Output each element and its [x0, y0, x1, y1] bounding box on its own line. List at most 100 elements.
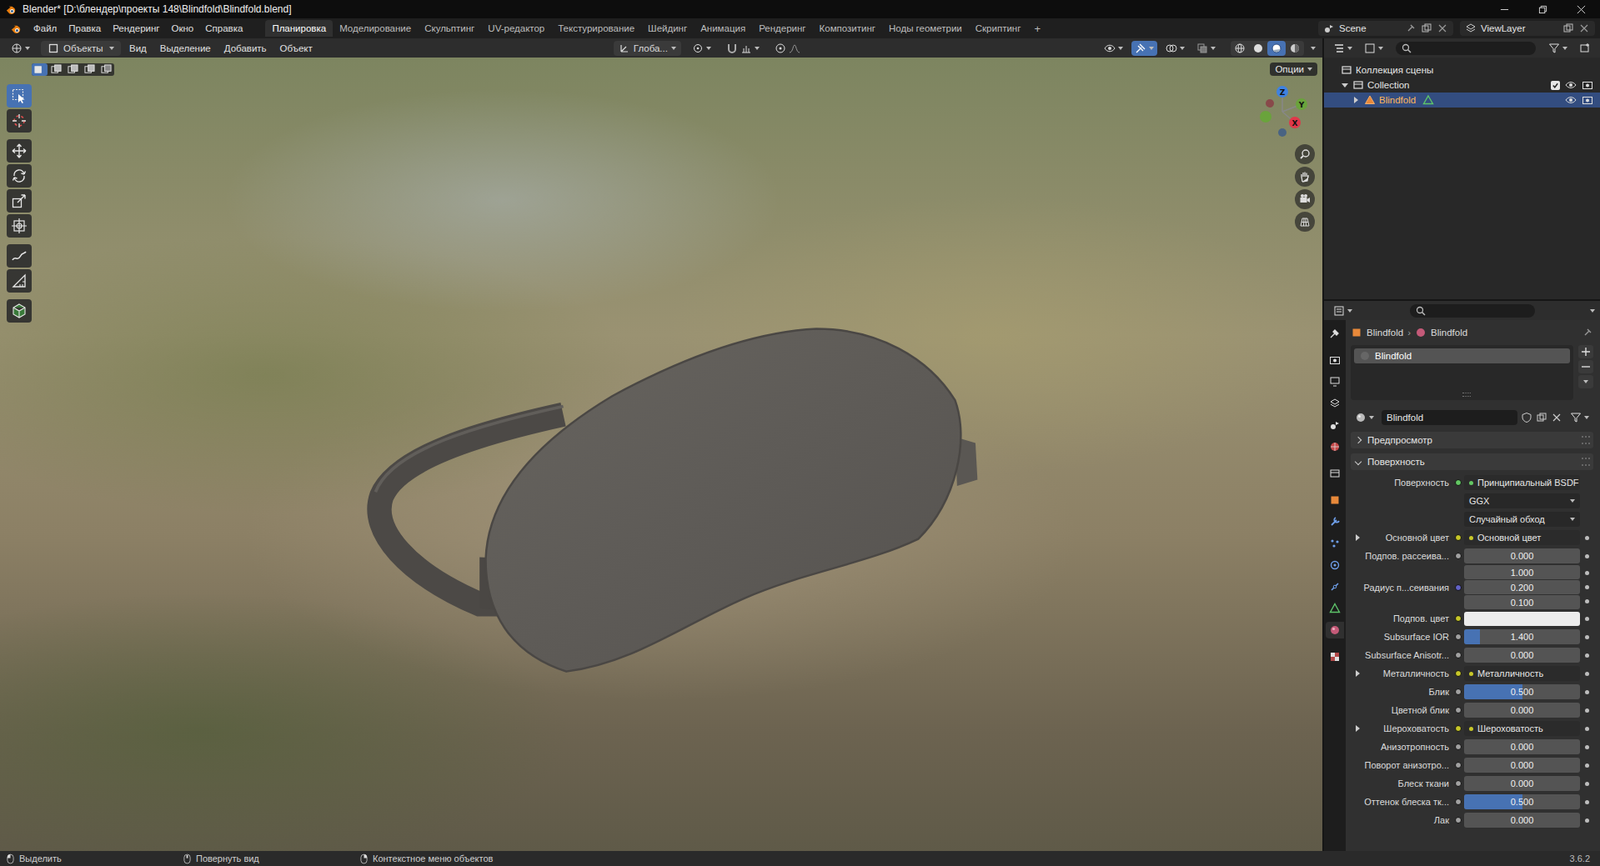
keyframe-dot-icon[interactable] — [1584, 616, 1590, 622]
socket-icon[interactable] — [1454, 584, 1462, 592]
number-field[interactable]: 0.100 — [1464, 595, 1580, 610]
tool-button[interactable] — [6, 214, 32, 238]
drag-grip-icon[interactable] — [1581, 436, 1590, 445]
slider-field[interactable]: 0.500 — [1464, 794, 1580, 810]
slider-field[interactable]: 0.500 — [1464, 684, 1580, 700]
drag-grip-icon[interactable] — [1581, 457, 1590, 467]
fake-user-shield-icon[interactable] — [1520, 411, 1533, 424]
tool-button[interactable] — [6, 189, 32, 213]
workspace-tab[interactable]: Моделирование — [332, 20, 418, 37]
tool-button[interactable] — [6, 164, 32, 188]
workspace-tab[interactable]: Композитинг — [812, 20, 883, 37]
viewport-menu[interactable]: Вид — [124, 43, 152, 54]
data-tab[interactable] — [1325, 600, 1345, 617]
socket-icon[interactable] — [1454, 670, 1462, 678]
workspace-tab[interactable]: Анимация — [693, 20, 753, 37]
pin-icon[interactable] — [1581, 326, 1594, 339]
select-mode-button[interactable] — [98, 63, 115, 76]
mesh-data-icon[interactable] — [1422, 94, 1435, 106]
menu-item[interactable]: Рендеринг — [106, 23, 166, 34]
slot-menu-button[interactable] — [1578, 375, 1594, 389]
viewport-menu[interactable]: Добавить — [219, 43, 272, 54]
pivot-dropdown[interactable] — [687, 40, 716, 56]
tool-button[interactable] — [6, 84, 32, 108]
expand-arrow-icon[interactable] — [1340, 80, 1350, 90]
keyframe-dot-icon[interactable] — [1584, 800, 1590, 805]
properties-search[interactable] — [1409, 304, 1535, 318]
world-tab[interactable] — [1325, 438, 1345, 456]
workspace-tab[interactable]: Текстурирование — [551, 20, 642, 37]
zoom-button[interactable] — [1294, 144, 1315, 165]
minimize-button[interactable] — [1484, 0, 1524, 19]
socket-icon[interactable] — [1454, 762, 1462, 769]
panel-header[interactable]: Поверхность — [1350, 453, 1594, 471]
viewport-menu[interactable]: Объект — [275, 43, 318, 54]
menu-item[interactable]: Окно — [165, 23, 201, 34]
keyframe-dot-icon[interactable] — [1584, 653, 1590, 658]
editor-type-button[interactable] — [6, 40, 35, 56]
socket-icon[interactable] — [1454, 615, 1462, 622]
material-slot[interactable]: Blindfold — [1354, 348, 1570, 364]
outliner-row[interactable]: Collection — [1324, 77, 1600, 93]
camera-view-button[interactable] — [1294, 189, 1315, 210]
editor-type-button[interactable] — [1329, 40, 1357, 56]
viewport-menu[interactable]: Выделение — [155, 43, 216, 54]
socket-icon[interactable] — [1454, 633, 1462, 641]
orientation-dropdown[interactable]: Глоба... — [613, 40, 682, 56]
slider-field[interactable]: 0.000 — [1464, 548, 1580, 564]
workspace-tab[interactable]: Планировка — [265, 20, 333, 37]
socket-icon[interactable] — [1454, 534, 1462, 542]
restore-button[interactable] — [1523, 0, 1562, 19]
xray-toggle[interactable] — [1193, 40, 1219, 56]
output-tab[interactable] — [1325, 373, 1345, 391]
linked-input-field[interactable]: Металличность — [1464, 666, 1580, 682]
viewport-canvas[interactable]: Опции ZYX — [0, 57, 1323, 852]
material-name-field[interactable]: Blindfold — [1381, 410, 1518, 426]
wireframe-shading-button[interactable] — [1230, 40, 1249, 56]
new-collection-button[interactable] — [1574, 40, 1595, 56]
slider-field[interactable]: 0.000 — [1464, 739, 1580, 755]
proportional-edit-toggle[interactable] — [770, 40, 805, 56]
socket-icon[interactable] — [1454, 652, 1462, 659]
outliner-row[interactable]: Коллекция сцены — [1324, 62, 1600, 78]
expand-arrow-icon[interactable] — [1355, 725, 1360, 733]
constraints-tab[interactable] — [1325, 578, 1345, 596]
slider-field[interactable]: 0.000 — [1464, 702, 1580, 718]
socket-icon[interactable] — [1454, 725, 1462, 733]
keyframe-dot-icon[interactable] — [1584, 554, 1590, 559]
slider-field[interactable]: 0.000 — [1464, 776, 1580, 792]
render-tab[interactable] — [1325, 351, 1345, 369]
resize-grip[interactable] — [1462, 392, 1471, 397]
blindfold-model[interactable] — [0, 57, 1323, 852]
select-mode-button[interactable] — [48, 63, 65, 76]
shading-options-caret-icon[interactable] — [1310, 46, 1316, 51]
visibility-toggle[interactable] — [1100, 40, 1127, 56]
browse-material-button[interactable] — [1350, 410, 1379, 426]
keyframe-dot-icon[interactable] — [1584, 536, 1590, 541]
display-mode-button[interactable] — [1359, 40, 1388, 56]
dropdown-field[interactable]: GGX — [1464, 493, 1580, 509]
keyframe-dot-icon[interactable] — [1584, 727, 1590, 732]
workspace-tab[interactable]: Шейдинг — [641, 20, 694, 37]
socket-icon[interactable] — [1454, 688, 1462, 696]
socket-icon[interactable] — [1454, 479, 1462, 487]
workspace-tab[interactable]: UV-редактор — [481, 20, 552, 37]
mode-dropdown[interactable]: Объекты — [40, 40, 121, 56]
socket-icon[interactable] — [1454, 780, 1462, 788]
workspace-tab[interactable]: Рендеринг — [752, 20, 813, 37]
expand-arrow-icon[interactable] — [1355, 534, 1360, 542]
keyframe-dot-icon[interactable] — [1584, 745, 1590, 750]
number-field[interactable]: 0.200 — [1464, 580, 1580, 595]
duplicate-icon[interactable] — [1535, 411, 1548, 424]
socket-icon[interactable] — [1454, 743, 1462, 751]
dropdown-field[interactable]: Случайный обход — [1464, 511, 1580, 527]
keyframe-dot-icon[interactable] — [1584, 708, 1590, 713]
panel-header[interactable]: Предпросмотр — [1350, 431, 1594, 449]
perspective-toggle-button[interactable] — [1294, 211, 1315, 232]
tool-button[interactable] — [6, 244, 32, 268]
modifiers-tab[interactable] — [1325, 513, 1345, 531]
workspace-tab[interactable]: Ноды геометрии — [882, 20, 969, 37]
tool-button[interactable] — [6, 299, 32, 323]
linked-input-field[interactable]: Шероховатость — [1464, 721, 1580, 737]
exclude-checkbox[interactable] — [1550, 80, 1560, 91]
